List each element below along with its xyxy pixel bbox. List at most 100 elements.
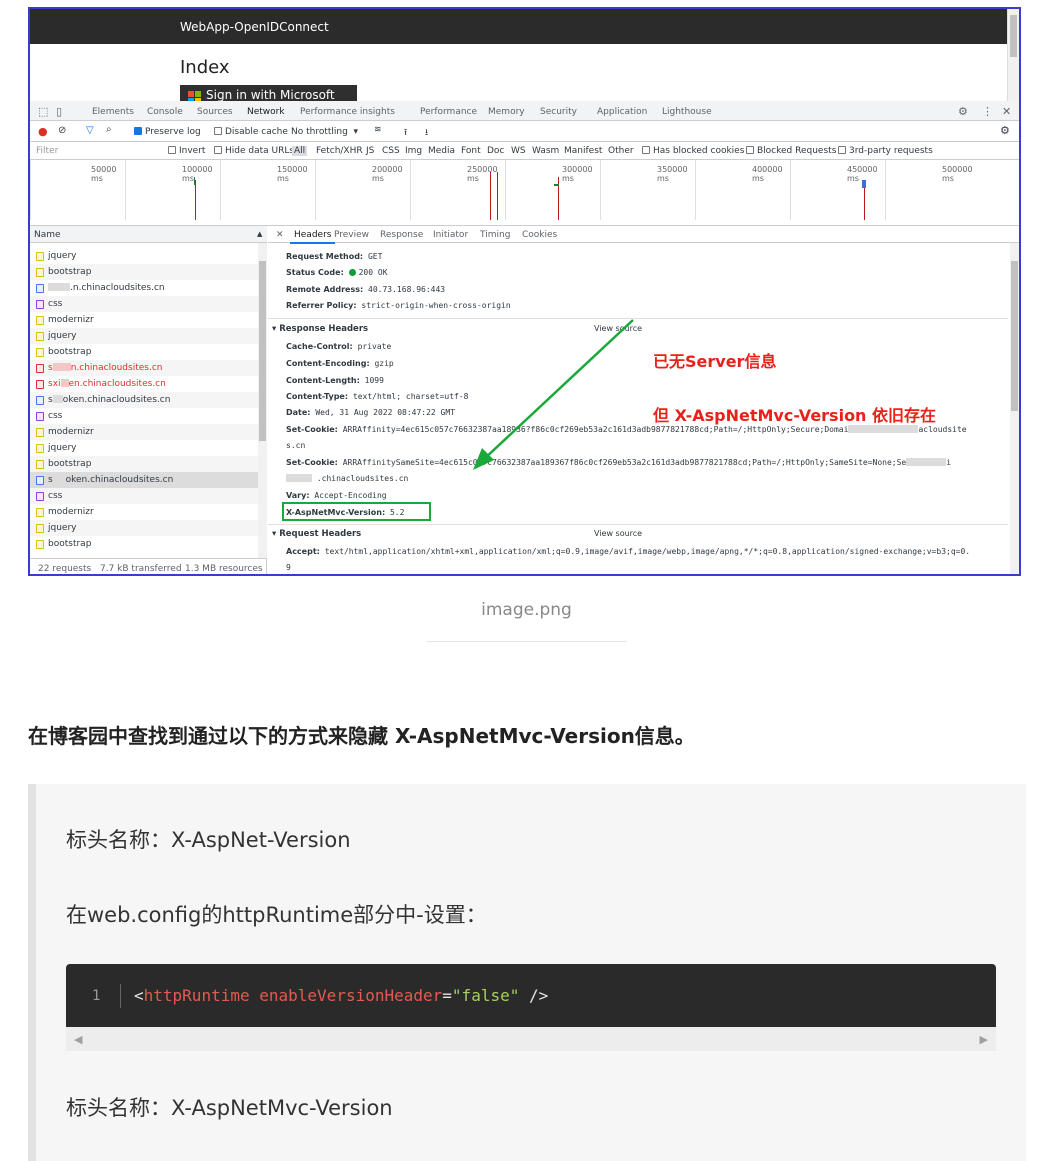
clear-icon[interactable]: ⊘ xyxy=(58,125,66,136)
tab-elements[interactable]: Elements xyxy=(92,107,134,117)
js-file-icon xyxy=(36,524,44,533)
tab-performance[interactable]: Performance xyxy=(420,107,477,117)
tab-security[interactable]: Security xyxy=(540,107,577,117)
requests-status-bar: 22 requests 7.7 kB transferred 1.3 MB re… xyxy=(30,558,267,574)
hide-data-urls-checkbox[interactable]: Hide data URLs xyxy=(214,146,294,156)
invert-checkbox[interactable]: Invert xyxy=(168,146,205,156)
tab-sources[interactable]: Sources xyxy=(197,107,233,117)
type-filter-manifest[interactable]: Manifest xyxy=(564,146,602,156)
embedded-screenshot: WebApp-OpenIDConnect Index Sign in with … xyxy=(28,7,1021,576)
request-row[interactable]: css xyxy=(30,488,258,504)
preserve-log-checkbox[interactable]: Preserve log xyxy=(134,127,201,137)
response-headers-toggle[interactable]: ▾ Response Headers xyxy=(272,324,368,334)
request-row[interactable]: modernizr xyxy=(30,424,258,440)
timeline-load-marker xyxy=(490,172,491,220)
requests-scrollbar[interactable] xyxy=(258,243,267,558)
app-scrollbar[interactable] xyxy=(1007,9,1019,101)
requests-pane: Name ▲ jquery bootstrap .n.chinacloudsit… xyxy=(30,226,267,574)
type-filter-css[interactable]: CSS xyxy=(382,146,400,156)
tab-lighthouse[interactable]: Lighthouse xyxy=(662,107,712,117)
app-title[interactable]: WebApp-OpenIDConnect xyxy=(180,20,329,34)
sign-in-label: Sign in with Microsoft xyxy=(206,88,335,101)
request-row[interactable]: s oken.chinacloudsites.cn xyxy=(30,392,258,408)
detail-scrollbar[interactable] xyxy=(1010,243,1019,574)
request-row[interactable]: jquery xyxy=(30,248,258,264)
blocked-requests-checkbox[interactable]: Blocked Requests xyxy=(746,146,836,156)
inspect-icon[interactable]: ⬚ xyxy=(38,105,48,118)
close-icon[interactable]: ✕ xyxy=(1002,105,1011,118)
request-row-selected[interactable]: s oken.chinacloudsites.cn xyxy=(30,472,258,488)
timeline-col: 300000 ms xyxy=(505,160,600,220)
disable-cache-checkbox[interactable]: Disable cache xyxy=(214,127,288,137)
request-row[interactable]: modernizr xyxy=(30,312,258,328)
tab-preview[interactable]: Preview xyxy=(334,230,369,240)
request-row[interactable]: jquery xyxy=(30,440,258,456)
line-number: 1 xyxy=(92,988,101,1004)
settings-gear-icon[interactable]: ⚙ xyxy=(958,105,968,118)
search-icon[interactable]: ⌕ xyxy=(106,124,112,135)
request-row[interactable]: sxi en.chinacloudsites.cn xyxy=(30,376,258,392)
type-filter-media[interactable]: Media xyxy=(428,146,455,156)
request-row[interactable]: bootstrap xyxy=(30,456,258,472)
request-row[interactable]: css xyxy=(30,408,258,424)
type-filter-wasm[interactable]: Wasm xyxy=(532,146,559,156)
scroll-right-icon[interactable]: ▶ xyxy=(980,1033,988,1046)
request-headers-toggle[interactable]: ▾ Request Headers xyxy=(272,529,361,539)
device-toolbar-icon[interactable]: ▯ xyxy=(56,105,62,118)
code-block[interactable]: 1 <httpRuntime enableVersionHeader="fals… xyxy=(66,964,996,1027)
record-icon[interactable]: ● xyxy=(38,125,48,138)
blocked-cookies-checkbox[interactable]: Has blocked cookies xyxy=(642,146,744,156)
request-row[interactable]: bootstrap xyxy=(30,536,258,552)
request-row[interactable]: s n.chinacloudsites.cn xyxy=(30,360,258,376)
network-settings-icon[interactable]: ⚙ xyxy=(1000,124,1010,137)
tab-headers[interactable]: Headers xyxy=(289,230,336,244)
column-name[interactable]: Name xyxy=(34,230,61,240)
tab-timing[interactable]: Timing xyxy=(480,230,510,240)
highlight-box xyxy=(282,502,431,521)
sort-up-icon[interactable]: ▲ xyxy=(257,230,262,238)
tab-cookies[interactable]: Cookies xyxy=(522,230,557,240)
request-row[interactable]: bootstrap xyxy=(30,264,258,280)
type-filter-all[interactable]: All xyxy=(292,146,308,156)
header-date: Date: Wed, 31 Aug 2022 08:47:22 GMT xyxy=(286,408,456,417)
request-row[interactable]: modernizr xyxy=(30,504,258,520)
type-filter-js[interactable]: JS xyxy=(366,146,374,156)
request-row[interactable]: jquery xyxy=(30,328,258,344)
code-horizontal-scrollbar[interactable]: ◀ ▶ xyxy=(66,1027,996,1051)
throttling-select[interactable]: No throttling ▾ xyxy=(291,127,358,137)
tab-network[interactable]: Network xyxy=(243,107,289,123)
type-filter-ws[interactable]: WS xyxy=(511,146,526,156)
type-filter-doc[interactable]: Doc xyxy=(487,146,504,156)
status-code: Status Code: 200 OK xyxy=(286,268,388,277)
sign-in-button[interactable]: Sign in with Microsoft xyxy=(180,85,357,101)
app-navbar: WebApp-OpenIDConnect xyxy=(30,9,1007,44)
type-filter-img[interactable]: Img xyxy=(405,146,422,156)
third-party-checkbox[interactable]: 3rd-party requests xyxy=(838,146,933,156)
tab-performance-insights[interactable]: Performance insights xyxy=(300,107,395,117)
type-filter-fetch[interactable]: Fetch/XHR xyxy=(316,146,363,156)
request-row[interactable]: bootstrap xyxy=(30,344,258,360)
request-row[interactable]: css xyxy=(30,296,258,312)
tab-application[interactable]: Application xyxy=(597,107,647,117)
css-file-icon xyxy=(36,412,44,421)
filter-input[interactable]: Filter xyxy=(34,144,158,157)
close-detail-icon[interactable]: ✕ xyxy=(276,230,284,240)
download-icon[interactable]: ⭳ xyxy=(425,125,428,141)
css-file-icon xyxy=(36,300,44,309)
network-timeline[interactable]: 50000 ms 100000 ms 150000 ms 200000 ms 2… xyxy=(30,160,1019,226)
wifi-icon[interactable]: ≋ xyxy=(374,125,382,135)
tab-memory[interactable]: Memory xyxy=(488,107,525,117)
timeline-col: 50000 ms xyxy=(30,160,125,220)
type-filter-font[interactable]: Font xyxy=(461,146,481,156)
scroll-left-icon[interactable]: ◀ xyxy=(74,1033,82,1046)
filter-icon[interactable]: ▽ xyxy=(86,125,94,136)
tab-console[interactable]: Console xyxy=(147,107,183,117)
request-view-source-link[interactable]: View source xyxy=(594,529,642,538)
request-row[interactable]: jquery xyxy=(30,520,258,536)
request-row[interactable]: .n.chinacloudsites.cn xyxy=(30,280,258,296)
type-filter-other[interactable]: Other xyxy=(608,146,634,156)
upload-icon[interactable]: ⭱ xyxy=(404,125,407,141)
more-menu-icon[interactable]: ⋮ xyxy=(982,105,993,118)
tab-initiator[interactable]: Initiator xyxy=(433,230,468,240)
tab-response[interactable]: Response xyxy=(380,230,423,240)
